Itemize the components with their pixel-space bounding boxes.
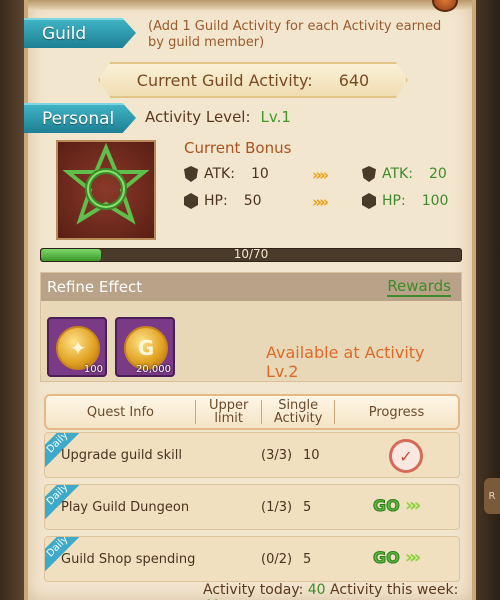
refine-effect-title: Refine Effect xyxy=(47,278,143,296)
personal-ribbon: Personal xyxy=(24,103,136,133)
atk-next-value: 20 xyxy=(428,166,447,182)
personal-ribbon-label: Personal xyxy=(42,109,115,129)
refine-effect-box: Refine Effect Rewards ✦ 100 G 20,000 Ava… xyxy=(40,272,462,382)
hp-next-stat: HP: 100 xyxy=(362,193,448,209)
current-guild-activity-label: Current Guild Activity: xyxy=(136,70,313,90)
activity-progress-bar: 10/70 xyxy=(40,247,462,262)
quest-single-activity: 10 xyxy=(303,448,320,463)
quest-upper-limit: (3/3) xyxy=(261,448,293,463)
hp-next-value: 100 xyxy=(421,193,449,209)
current-guild-activity-banner: Current Guild Activity: 640 xyxy=(98,62,408,98)
quest-table: Quest Info Upper limit Single Activity P… xyxy=(44,394,460,582)
current-guild-activity-value: 640 xyxy=(338,70,370,90)
activity-week-label: Activity this week: xyxy=(330,582,459,598)
guild-ribbon-label: Guild xyxy=(42,24,87,44)
atk-current-stat: ATK: 10 xyxy=(184,166,269,182)
panel-top-border xyxy=(28,0,472,10)
guild-activity-note: (Add 1 Guild Activity for each Activity … xyxy=(148,19,442,50)
atk-next-stat: ATK: 20 xyxy=(362,166,447,182)
available-at-level-text: Available at Activity Lv.2 xyxy=(266,343,425,381)
quest-name: Guild Shop spending xyxy=(61,552,196,567)
reward-item[interactable]: G 20,000 xyxy=(115,317,175,377)
refine-effect-header: Refine Effect Rewards xyxy=(41,273,461,301)
atk-icon xyxy=(362,166,376,182)
go-arrows-icon[interactable]: »» xyxy=(405,547,421,568)
close-button[interactable] xyxy=(432,0,458,12)
activity-level-label: Activity Level: xyxy=(145,108,251,126)
hp-current-stat: HP: 50 xyxy=(184,193,262,209)
atk-next-label: ATK: xyxy=(382,166,413,182)
hp-icon xyxy=(184,193,198,209)
quest-row: Daily Guild Shop spending (0/2) 5 GO »» xyxy=(44,536,460,582)
atk-current-value: 10 xyxy=(250,166,269,182)
guild-emblem-icon xyxy=(56,140,156,240)
hp-next-label: HP: xyxy=(382,193,406,209)
current-bonus-title: Current Bonus xyxy=(184,139,292,157)
activity-level: Activity Level: Lv.1 xyxy=(145,108,291,126)
quest-name: Upgrade guild skill xyxy=(61,448,182,463)
quest-single-activity: 5 xyxy=(303,500,312,515)
background-left xyxy=(0,0,24,600)
quest-name: Play Guild Dungeon xyxy=(61,500,190,515)
guild-activity-panel: Guild (Add 1 Guild Activity for each Act… xyxy=(24,0,476,600)
atk-icon xyxy=(184,166,198,182)
activity-today-label: Activity today: xyxy=(203,582,304,598)
quest-row: Daily Play Guild Dungeon (1/3) 5 GO »» xyxy=(44,484,460,530)
header-upper-limit: Upper limit xyxy=(208,398,249,426)
activity-summary: Activity today: 40 Activity this week: 4… xyxy=(203,582,472,600)
quest-table-header: Quest Info Upper limit Single Activity P… xyxy=(44,394,460,430)
atk-upgrade-arrows-icon: »»» xyxy=(312,166,329,184)
hp-label: HP: xyxy=(204,193,228,209)
header-progress: Progress xyxy=(368,404,425,420)
completed-seal-icon: ✓ xyxy=(389,439,423,473)
reward-qty: 100 xyxy=(83,364,103,375)
activity-level-value: Lv.1 xyxy=(260,108,291,126)
go-arrows-icon[interactable]: »» xyxy=(405,495,421,516)
hp-current-value: 50 xyxy=(243,193,262,209)
header-quest-info: Quest Info xyxy=(86,404,154,420)
quest-upper-limit: (0/2) xyxy=(261,552,293,567)
activity-progress-text: 10/70 xyxy=(233,247,269,261)
guild-ribbon: Guild xyxy=(24,18,136,48)
activity-today-value: 40 xyxy=(307,582,326,598)
rewards-link[interactable]: Rewards xyxy=(387,277,451,297)
header-single-activity: Single Activity xyxy=(273,398,323,426)
go-button[interactable]: GO xyxy=(373,496,401,516)
go-button[interactable]: GO xyxy=(373,548,401,568)
reward-qty: 20,000 xyxy=(136,364,171,375)
side-tab[interactable]: R xyxy=(484,478,500,514)
quest-row: Daily Upgrade guild skill (3/3) 10 ✓ xyxy=(44,432,460,478)
quest-upper-limit: (1/3) xyxy=(261,500,293,515)
reward-item[interactable]: ✦ 100 xyxy=(47,317,107,377)
hp-upgrade-arrows-icon: »»» xyxy=(312,193,329,211)
hp-icon xyxy=(362,193,376,209)
quest-single-activity: 5 xyxy=(303,552,312,567)
atk-label: ATK: xyxy=(204,166,235,182)
